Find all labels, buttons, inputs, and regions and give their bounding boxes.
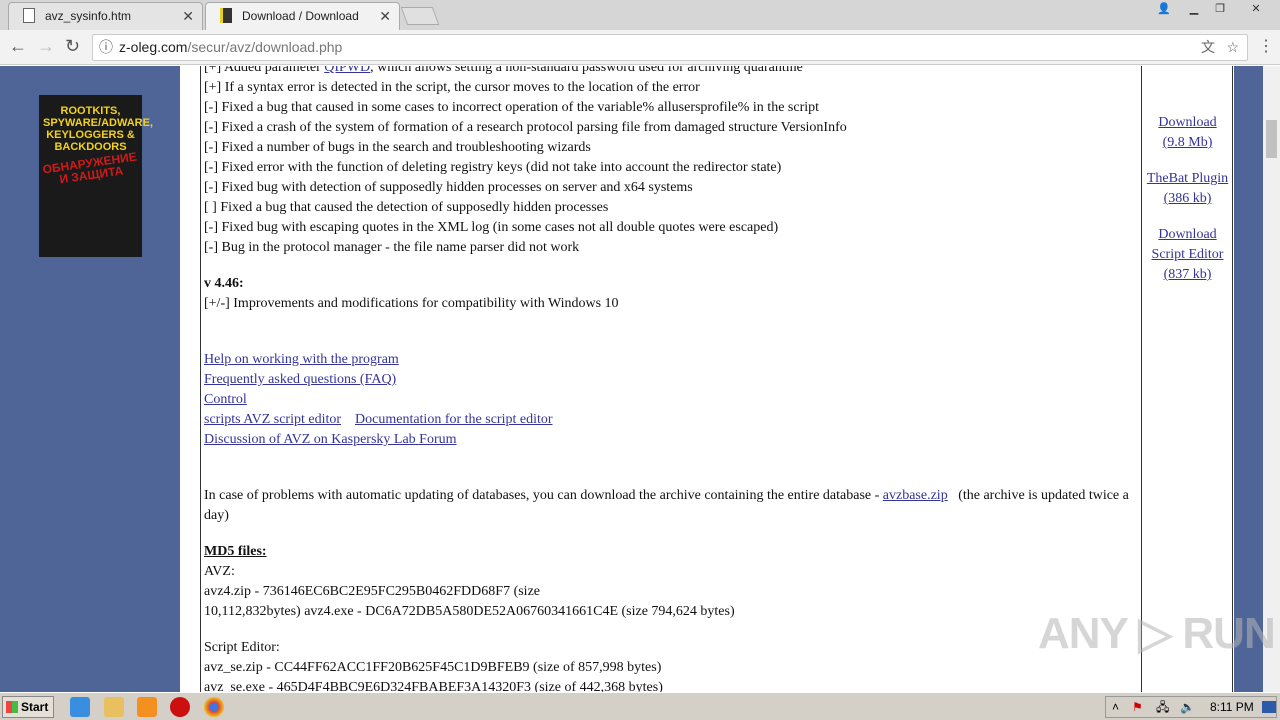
profile-icon[interactable]: 👤 [1152, 2, 1176, 18]
left-sidebar: ROOTKITS, SPYWARE/ADWARE, KEYLOGGERS & BACK… [0, 66, 180, 692]
change-item: [ ] Fixed a bug that caused the detectio… [204, 200, 609, 215]
thebat-plugin-size[interactable]: (386 kb) [1164, 191, 1212, 206]
help-link[interactable]: Help on working with the program [204, 352, 399, 367]
start-button[interactable]: Start [2, 696, 54, 718]
network-icon[interactable]: 🖧 [1156, 697, 1169, 717]
address-bar[interactable]: ⓘ z-oleg.com/secur/avz/download.php 文 ☆ [92, 34, 1248, 61]
menu-icon[interactable]: ⋮ [1258, 36, 1274, 56]
forum-link[interactable]: Discussion of AVZ on Kaspersky Lab Forum [204, 432, 457, 447]
windows-logo-icon [6, 701, 18, 713]
tab-bar: avz_sysinfo.htm ✕ Download / Download ✕ 👤 … [0, 0, 1280, 30]
control-link[interactable]: Control [204, 392, 247, 407]
change-item: [-] Fixed a bug that caused in some case… [204, 100, 820, 115]
change-item: [-] Fixed a crash of the system of forma… [204, 120, 847, 135]
md5-line: avz_se.exe - 465D4F4BBC9E6D324FBABEF3A14… [204, 680, 663, 692]
opera-icon[interactable] [170, 697, 190, 717]
site-favicon-icon [220, 8, 232, 23]
info-icon[interactable]: ⓘ [99, 35, 113, 60]
change-item: [-] Fixed bug with detection of supposed… [204, 180, 693, 195]
tab-avz-sysinfo[interactable]: avz_sysinfo.htm ✕ [8, 2, 203, 30]
download-script-editor-link[interactable]: Download [1158, 227, 1216, 242]
change-item: [-] Fixed error with the function of del… [204, 160, 782, 175]
show-hidden-icons[interactable]: ˄ [1112, 697, 1119, 717]
bookmark-star-icon[interactable]: ☆ [1226, 35, 1239, 60]
main-content: [+] Added parameter QIPWD, which allows … [180, 66, 1142, 692]
taskbar: Start ˄ ⚑ 🖧 🔈 8:11 PM [0, 692, 1280, 720]
download-avz-size[interactable]: (9.8 Mb) [1163, 135, 1213, 150]
back-button[interactable]: ← [9, 36, 27, 57]
faq-link[interactable]: Frequently asked questions (FAQ) [204, 372, 396, 387]
chrome-icon[interactable] [204, 697, 224, 717]
change-item: [+/-] Improvements and modifications for… [204, 296, 619, 311]
right-margin [1234, 66, 1263, 692]
script-editor-label: Script Editor: [204, 640, 280, 655]
change-item: [+] Added parameter QIPWD, which allows … [204, 66, 1142, 78]
database-info: In case of problems with automatic updat… [204, 488, 1129, 523]
change-item: [+] If a syntax error is detected in the… [204, 80, 700, 95]
tab-download[interactable]: Download / Download ✕ [205, 2, 400, 30]
change-item: [-] Bug in the protocol manager - the fi… [204, 240, 580, 255]
minimize-button[interactable]: ▁ [1182, 2, 1206, 18]
avzbase-link[interactable]: avzbase.zip [883, 488, 948, 503]
script-docs-link[interactable]: Documentation for the script editor [355, 412, 553, 427]
volume-icon[interactable]: 🔈 [1180, 697, 1195, 717]
change-item: [-] Fixed a number of bugs in the search… [204, 140, 591, 155]
action-center-flag-icon[interactable]: ⚑ [1132, 697, 1143, 717]
book-cover-image[interactable]: ROOTKITS, SPYWARE/ADWARE, KEYLOGGERS & BACK… [39, 95, 153, 257]
internet-explorer-icon[interactable] [70, 697, 90, 717]
script-editor-link[interactable]: Script Editor [1152, 247, 1224, 262]
avz-label: AVZ: [204, 564, 235, 579]
document-icon [23, 8, 35, 23]
translate-icon[interactable]: 文 [1201, 35, 1215, 60]
scrollbar-thumb[interactable] [1266, 120, 1277, 158]
qipwd-link[interactable]: QIPWD [324, 66, 370, 75]
close-tab-icon[interactable]: ✕ [182, 3, 194, 29]
change-item: [-] Fixed bug with escaping quotes in th… [204, 220, 779, 235]
vertical-scrollbar[interactable] [1263, 66, 1280, 692]
clock[interactable]: 8:11 PM [1210, 697, 1254, 717]
md5-line: 10,112,832bytes) avz4.exe - DC6A72DB5A58… [204, 604, 735, 619]
md5-line: avz_se.zip - CC44FF62ACC1FF20B625F45C1D9… [204, 660, 662, 675]
md5-heading: MD5 files: [204, 544, 267, 559]
close-window-button[interactable]: ✕ [1236, 2, 1276, 18]
file-explorer-icon[interactable] [104, 697, 124, 717]
new-tab-button[interactable] [400, 7, 440, 25]
md5-line: avz4.zip - 736146EC6BC2E95FC295B0462FDD6… [204, 584, 540, 599]
system-tray: ˄ ⚑ 🖧 🔈 8:11 PM [1105, 696, 1277, 718]
scripts-link[interactable]: scripts AVZ script editor [204, 412, 341, 427]
media-player-icon[interactable] [137, 697, 157, 717]
version-heading: v 4.46: [204, 276, 244, 291]
forward-button[interactable]: → [37, 36, 55, 57]
thebat-plugin-link[interactable]: TheBat Plugin [1147, 171, 1228, 186]
anyrun-watermark: ANY ▷ RUN [1038, 609, 1276, 658]
download-avz-link[interactable]: Download [1158, 115, 1216, 130]
close-tab-icon[interactable]: ✕ [379, 3, 391, 29]
maximize-button[interactable]: ❐ [1208, 2, 1232, 18]
toolbar: ← → ↻ ⓘ z-oleg.com/secur/avz/download.ph… [0, 30, 1280, 65]
script-editor-size[interactable]: (837 kb) [1164, 267, 1212, 282]
show-desktop-icon[interactable] [1262, 701, 1276, 713]
reload-button[interactable]: ↻ [65, 36, 80, 57]
download-column: Download (9.8 Mb) TheBat Plugin (386 kb)… [1143, 66, 1233, 692]
